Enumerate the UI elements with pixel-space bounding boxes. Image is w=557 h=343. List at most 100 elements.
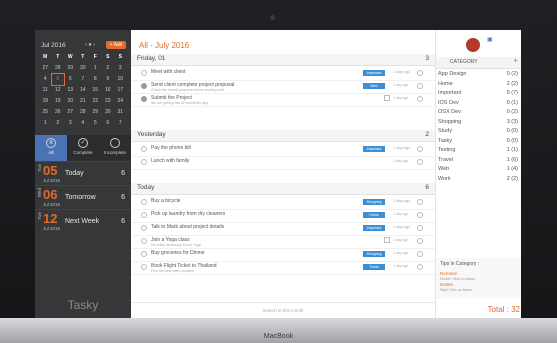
- calendar-day[interactable]: 1: [89, 63, 102, 74]
- task-checkbox[interactable]: [141, 251, 147, 257]
- filter-all[interactable]: ≡ All: [35, 135, 67, 161]
- calendar-day[interactable]: 14: [77, 85, 90, 96]
- day-item[interactable]: Tue 05 Jul 2016 Today 6: [35, 161, 131, 186]
- calendar-nav[interactable]: ‹ ● ›: [85, 42, 95, 48]
- task-row[interactable]: Buy groceries for Dinner Shopping 1 day ag…: [131, 248, 435, 262]
- task-checkbox[interactable]: [141, 159, 147, 165]
- category-tag[interactable]: Home: [363, 212, 385, 218]
- task-checkbox[interactable]: [141, 199, 147, 205]
- calendar-day[interactable]: 18: [39, 96, 52, 107]
- clock-icon[interactable]: [417, 199, 423, 205]
- category-item[interactable]: IOS Dev 0 (1): [438, 100, 518, 109]
- task-checkbox[interactable]: [141, 225, 147, 231]
- calendar-day[interactable]: 24: [114, 96, 127, 107]
- category-tag[interactable]: Important: [363, 146, 385, 152]
- clock-icon[interactable]: [417, 96, 423, 102]
- task-row[interactable]: Send client complete project proposal Che…: [131, 80, 435, 94]
- calendar-day[interactable]: 6: [102, 118, 115, 129]
- clock-icon[interactable]: [417, 146, 423, 152]
- calendar-day[interactable]: 29: [64, 63, 77, 74]
- day-item[interactable]: Tue 12 Jul 2016 Next Week 6: [35, 209, 131, 234]
- calendar-day[interactable]: 20: [64, 96, 77, 107]
- category-tag[interactable]: Important: [363, 70, 385, 76]
- category-item[interactable]: Testing 1 (1): [438, 147, 518, 156]
- add-category-icon[interactable]: +: [513, 56, 518, 65]
- calendar-day[interactable]: 28: [52, 63, 65, 74]
- calendar-day[interactable]: 4: [39, 74, 52, 85]
- task-row[interactable]: Lunch with family 1 day ago: [131, 156, 435, 170]
- task-row[interactable]: Join a Yoga class It's really necessary t…: [131, 235, 435, 249]
- calendar-day[interactable]: 15: [89, 85, 102, 96]
- category-item[interactable]: Study 0 (0): [438, 128, 518, 137]
- calendar-day[interactable]: 19: [52, 96, 65, 107]
- task-checkbox[interactable]: [141, 96, 147, 102]
- category-tag[interactable]: Travel: [363, 264, 385, 270]
- calendar-day[interactable]: 22: [89, 96, 102, 107]
- calendar-day[interactable]: 8: [89, 74, 102, 85]
- category-item[interactable]: Home 2 (2): [438, 81, 518, 90]
- calendar-day[interactable]: 27: [64, 107, 77, 118]
- note-icon[interactable]: [384, 237, 390, 243]
- task-row[interactable]: Buy a bicycle Shopping 2 days ago: [131, 196, 435, 210]
- clock-icon[interactable]: [417, 212, 423, 218]
- task-checkbox[interactable]: [141, 238, 147, 244]
- calendar-day[interactable]: 3: [114, 63, 127, 74]
- filter-complete[interactable]: ✓ Complete: [67, 135, 99, 161]
- calendar-day[interactable]: 31: [114, 107, 127, 118]
- calendar-day[interactable]: 6: [64, 74, 77, 85]
- category-item[interactable]: Travel 1 (6): [438, 157, 518, 166]
- category-tag[interactable]: Shopping: [363, 199, 385, 205]
- day-item[interactable]: Wed 06 Jul 2016 Tomorrow 6: [35, 185, 131, 210]
- calendar-day[interactable]: 21: [77, 96, 90, 107]
- category-item[interactable]: Tasky 0 (0): [438, 138, 518, 147]
- category-item[interactable]: App Design 0 (2): [438, 71, 518, 80]
- calendar-day[interactable]: 29: [89, 107, 102, 118]
- task-row[interactable]: Meet with client Important 2 days ago: [131, 67, 435, 81]
- calendar-day[interactable]: 25: [39, 107, 52, 118]
- clock-icon[interactable]: [417, 264, 423, 270]
- calendar-day[interactable]: 17: [114, 85, 127, 96]
- task-row[interactable]: Submit the Project We are getting late to…: [131, 93, 435, 107]
- category-item[interactable]: Important 5 (7): [438, 90, 518, 99]
- calendar-day[interactable]: 12: [52, 85, 65, 96]
- calendar-day[interactable]: 10: [114, 74, 127, 85]
- category-item[interactable]: Work 2 (2): [438, 176, 518, 185]
- filter-incomplete[interactable]: Incomplete: [99, 135, 131, 161]
- category-tag[interactable]: Shopping: [363, 251, 385, 257]
- calendar-day[interactable]: 3: [64, 118, 77, 129]
- task-row[interactable]: Pay the phone bill Important 2 days ago: [131, 143, 435, 157]
- calendar-day[interactable]: 28: [77, 107, 90, 118]
- calendar-day[interactable]: 11: [39, 85, 52, 96]
- clock-icon[interactable]: [417, 238, 423, 244]
- calendar-day[interactable]: 16: [102, 85, 115, 96]
- category-item[interactable]: Shopping 3 (3): [438, 119, 518, 128]
- calendar-day[interactable]: 26: [52, 107, 65, 118]
- calendar-day[interactable]: 30: [77, 63, 90, 74]
- clock-icon[interactable]: [417, 251, 423, 257]
- calendar-day[interactable]: 2: [52, 118, 65, 129]
- calendar-day[interactable]: 13: [64, 85, 77, 96]
- clock-icon[interactable]: [417, 225, 423, 231]
- task-checkbox[interactable]: [141, 146, 147, 152]
- calendar-day[interactable]: 7: [77, 74, 90, 85]
- search-input[interactable]: Search in this month: [131, 302, 435, 318]
- calendar-day[interactable]: 5: [89, 118, 102, 129]
- clock-icon[interactable]: [417, 70, 423, 76]
- task-row[interactable]: Talk to Mark about project details Import…: [131, 222, 435, 236]
- category-tag[interactable]: Web: [363, 83, 385, 89]
- add-button[interactable]: + Add: [106, 41, 126, 49]
- avatar[interactable]: [466, 38, 480, 52]
- calendar-day[interactable]: 5: [50, 73, 65, 86]
- calendar-day[interactable]: 9: [102, 74, 115, 85]
- task-row[interactable]: Book Flight Ticket to Thailand Find the b…: [131, 261, 435, 275]
- calendar-day[interactable]: 23: [102, 96, 115, 107]
- calendar-day[interactable]: 7: [114, 118, 127, 129]
- calendar-day[interactable]: 27: [39, 63, 52, 74]
- category-item[interactable]: Web 1 (4): [438, 166, 518, 175]
- task-row[interactable]: Pick up laundry from dry cleaners Home 1 d…: [131, 209, 435, 223]
- calendar-day[interactable]: 2: [102, 63, 115, 74]
- task-checkbox[interactable]: [141, 212, 147, 218]
- task-checkbox[interactable]: [141, 83, 147, 89]
- share-icon[interactable]: ▣: [487, 36, 493, 43]
- task-checkbox[interactable]: [141, 264, 147, 270]
